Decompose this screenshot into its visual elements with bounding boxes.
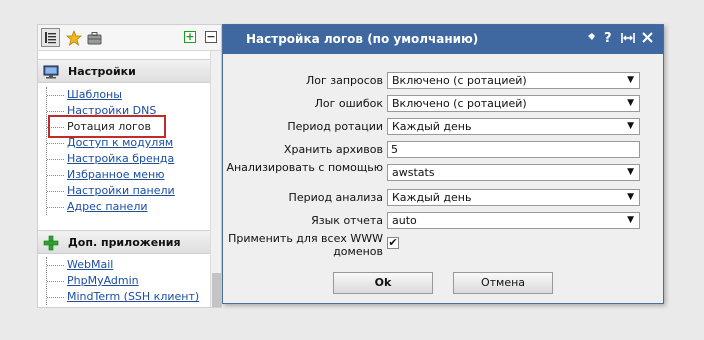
sidebar-item-panel-address[interactable]: Адрес панели	[47, 199, 211, 215]
sidebar-item-label[interactable]: Шаблоны	[67, 88, 122, 101]
selection-highlight	[48, 115, 166, 138]
sidebar-item-label[interactable]: Избранное меню	[67, 168, 164, 181]
sidebar-item-label[interactable]: PhpMyAdmin	[67, 274, 139, 287]
ok-button[interactable]: Ok	[333, 272, 433, 294]
sidebar-scrollbar[interactable]	[210, 51, 221, 307]
scrollbar-thumb[interactable]	[212, 273, 221, 307]
settings-tree: Шаблоны Настройки DNS Ротация логов Дост…	[46, 87, 211, 215]
dialog-body: Лог запросов Включено (с ротацией) ▼ Лог …	[223, 54, 663, 303]
apps-tree: WebMail PhpMyAdmin MindTerm (SSH клиент)	[46, 257, 211, 305]
dropdown-arrow-icon: ▼	[627, 215, 634, 225]
collapse-all-button[interactable]: −	[205, 31, 217, 43]
analyze-with-label: Анализировать с помощью	[226, 161, 383, 174]
sidebar-item-label[interactable]: Настройки панели	[67, 184, 175, 197]
sidebar-item-favorites[interactable]: Избранное меню	[47, 167, 211, 183]
select-value: auto	[392, 214, 417, 227]
favorites-star-icon[interactable]	[64, 28, 83, 47]
sidebar-item-label[interactable]: MindTerm (SSH клиент)	[67, 290, 199, 303]
analyzer-select[interactable]: awstats ▼	[387, 164, 640, 181]
sidebar-item-phpmyadmin[interactable]: PhpMyAdmin	[47, 273, 211, 289]
log-settings-dialog: Настройка логов (по умолчанию) ? Лог зап…	[222, 24, 664, 304]
dialog-title-bar[interactable]: Настройка логов (по умолчанию) ?	[223, 25, 663, 54]
help-icon[interactable]: ?	[604, 31, 612, 47]
dropdown-arrow-icon: ▼	[627, 75, 634, 85]
resize-icon[interactable]	[620, 31, 636, 50]
keep-archives-input[interactable]: 5	[387, 141, 640, 158]
report-language-select[interactable]: auto ▼	[387, 212, 640, 229]
request-log-label: Лог запросов	[305, 74, 383, 87]
report-language-label: Язык отчета	[311, 214, 383, 227]
green-plus-icon	[43, 235, 59, 251]
dropdown-arrow-icon: ▼	[627, 121, 634, 131]
sidebar-item-label[interactable]: Адрес панели	[67, 200, 148, 213]
expand-all-button[interactable]: +	[184, 31, 196, 43]
sidebar: + − Настройки Шаблоны Настройки DNS Рота…	[37, 24, 222, 308]
error-log-label: Лог ошибок	[314, 97, 383, 110]
keep-archives-label: Хранить архивов	[283, 143, 383, 156]
sidebar-item-webmail[interactable]: WebMail	[47, 257, 211, 273]
select-value: Включено (с ротацией)	[392, 97, 527, 110]
sidebar-item-panel-settings[interactable]: Настройки панели	[47, 183, 211, 199]
analysis-period-select[interactable]: Каждый день ▼	[387, 189, 640, 206]
request-log-select[interactable]: Включено (с ротацией) ▼	[387, 72, 640, 89]
analysis-period-label: Период анализа	[288, 191, 383, 204]
section-title: Настройки	[68, 65, 136, 78]
select-value: awstats	[392, 166, 435, 179]
cancel-button[interactable]: Отмена	[453, 272, 553, 294]
section-settings-header[interactable]: Настройки	[38, 59, 210, 83]
rotation-period-select[interactable]: Каждый день ▼	[387, 118, 640, 135]
dialog-title: Настройка логов (по умолчанию)	[246, 32, 479, 46]
sidebar-item-mindterm[interactable]: MindTerm (SSH клиент)	[47, 289, 211, 305]
pin-icon[interactable]	[584, 31, 597, 50]
select-value: Каждый день	[392, 191, 472, 204]
tree-view-icon[interactable]	[41, 28, 60, 47]
dropdown-arrow-icon: ▼	[627, 98, 634, 108]
apply-all-domains-label: Применить для всех WWW доменов	[228, 232, 383, 258]
briefcase-icon[interactable]	[85, 28, 104, 47]
dropdown-arrow-icon: ▼	[627, 192, 634, 202]
section-apps-header[interactable]: Доп. приложения	[38, 230, 210, 254]
monitor-icon	[43, 64, 59, 80]
error-log-select[interactable]: Включено (с ротацией) ▼	[387, 95, 640, 112]
sidebar-item-label[interactable]: Настройка бренда	[67, 152, 174, 165]
dropdown-arrow-icon: ▼	[627, 167, 634, 177]
section-title: Доп. приложения	[68, 236, 181, 249]
select-value: Включено (с ротацией)	[392, 74, 527, 87]
sidebar-item-templates[interactable]: Шаблоны	[47, 87, 211, 103]
sidebar-item-brand[interactable]: Настройка бренда	[47, 151, 211, 167]
close-icon[interactable]	[641, 31, 654, 49]
rotation-period-label: Период ротации	[287, 120, 383, 133]
select-value: Каждый день	[392, 120, 472, 133]
sidebar-item-label[interactable]: WebMail	[67, 258, 113, 271]
apply-all-domains-checkbox[interactable]: ✔	[387, 237, 399, 249]
sidebar-toolbar: + −	[38, 25, 221, 51]
